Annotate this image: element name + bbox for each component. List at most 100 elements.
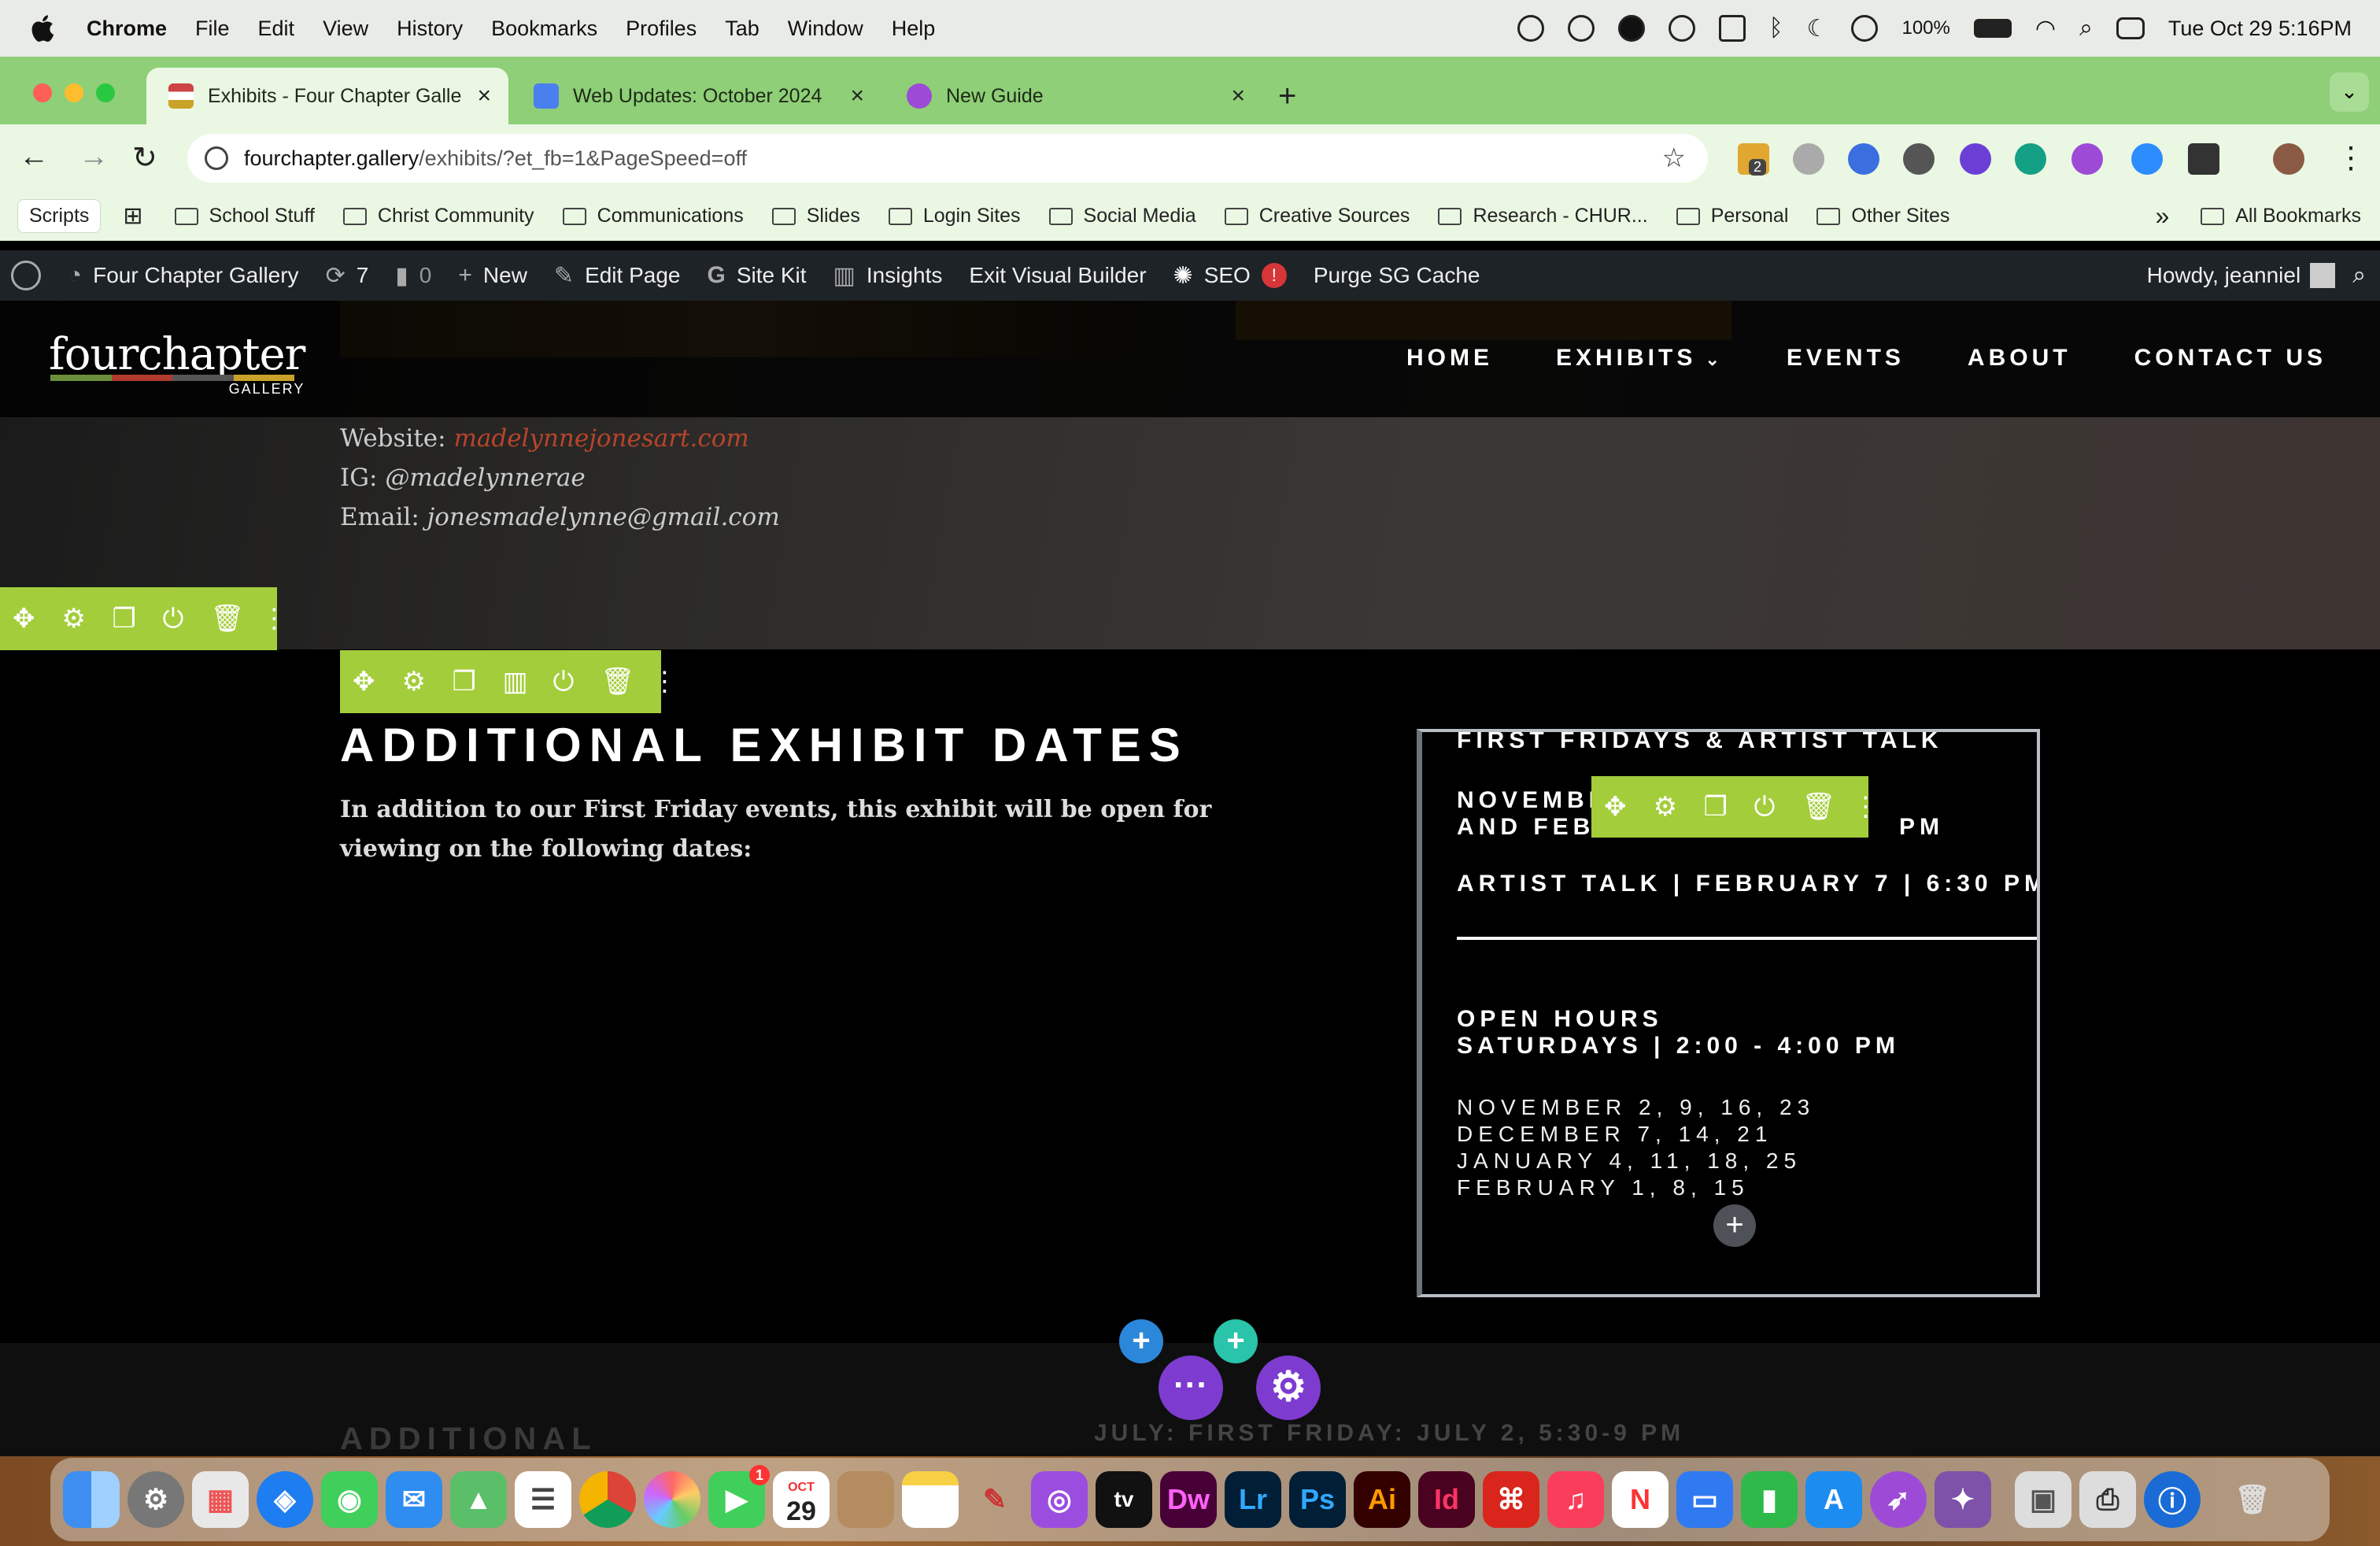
duplicate-icon[interactable]: ❐ — [453, 666, 476, 697]
airdrop-icon[interactable] — [1851, 15, 1879, 42]
contacts-icon[interactable] — [837, 1471, 894, 1528]
settings-gear-icon[interactable]: ⚙ — [1654, 791, 1677, 823]
menu-help[interactable]: Help — [892, 17, 936, 41]
wp-search-icon[interactable]: ⌕ — [2352, 262, 2366, 289]
trash-icon[interactable]: 🗑 — [1802, 791, 1835, 823]
settings-gear-icon[interactable]: ⚙ — [62, 603, 86, 634]
more-options-icon[interactable]: ⋮ — [1852, 791, 1879, 823]
back-arrow-icon[interactable]: ← — [19, 140, 49, 174]
creative-cloud-status-icon[interactable] — [1517, 15, 1544, 42]
trash-icon[interactable]: 🗑 — [210, 603, 244, 634]
tab-web-updates[interactable]: Web Updates: October 2024 × — [512, 68, 881, 124]
move-icon[interactable]: ✥ — [353, 666, 375, 697]
nav-contact-us[interactable]: CONTACT US — [2134, 345, 2326, 372]
builder-menu-button[interactable]: ··· — [1159, 1356, 1223, 1420]
photos-icon[interactable] — [644, 1471, 700, 1528]
new-tab-button[interactable]: + — [1278, 79, 1296, 114]
podcasts-icon[interactable]: ◎ — [1031, 1471, 1088, 1528]
columns-icon[interactable]: ▥ — [503, 666, 528, 697]
add-section-button[interactable]: + — [1119, 1319, 1163, 1363]
wp-updates[interactable]: ⟳ 7 — [326, 262, 369, 290]
focus-moon-icon[interactable]: ☾ — [1807, 15, 1828, 43]
window-zoom-button[interactable] — [96, 83, 115, 102]
address-bar[interactable]: fourchapter.gallery/exhibits/?et_fb=1&Pa… — [187, 134, 1708, 183]
scribe-extension-icon[interactable] — [2071, 143, 2103, 175]
bookmark-folder[interactable]: Communications — [562, 205, 744, 227]
nav-home[interactable]: HOME — [1406, 345, 1493, 372]
control-center-icon[interactable] — [2116, 17, 2145, 39]
wp-exit-visual-builder[interactable]: Exit Visual Builder — [969, 263, 1146, 288]
music-icon[interactable]: ♫ — [1547, 1471, 1604, 1528]
settings-gear-icon[interactable]: ⚙ — [402, 666, 426, 697]
business-app-icon[interactable]: ✦ — [1935, 1471, 1991, 1528]
menu-tab[interactable]: Tab — [725, 17, 759, 41]
menu-edit[interactable]: Edit — [258, 17, 295, 41]
power-icon[interactable]: ⏻ — [553, 667, 575, 697]
add-module-button[interactable]: + — [1713, 1204, 1756, 1247]
bookmark-folder[interactable]: Christ Community — [342, 205, 534, 227]
extension-info-icon[interactable] — [1903, 143, 1935, 175]
more-options-icon[interactable]: ⋮ — [261, 603, 287, 634]
bookmark-folder[interactable]: Creative Sources — [1224, 205, 1410, 227]
illustrator-icon[interactable]: Ai — [1354, 1471, 1410, 1528]
wp-purge-cache[interactable]: Purge SG Cache — [1314, 263, 1480, 288]
extensions-puzzle-icon[interactable] — [2188, 143, 2219, 175]
indesign-icon[interactable]: Id — [1418, 1471, 1475, 1528]
menu-clock[interactable]: Tue Oct 29 5:16PM — [2168, 17, 2352, 41]
wp-seo[interactable]: ✺ SEO! — [1173, 262, 1287, 290]
scribe-app-icon[interactable]: ➶ — [1870, 1471, 1927, 1528]
tab-new-guide[interactable]: New Guide × — [885, 68, 1262, 124]
menu-profiles[interactable]: Profiles — [626, 17, 697, 41]
menu-bookmarks[interactable]: Bookmarks — [491, 17, 597, 41]
reminders-icon[interactable]: ☰ — [515, 1471, 571, 1528]
menu-app-name[interactable]: Chrome — [87, 17, 167, 41]
chrome-menu-icon[interactable]: ⋮ — [2336, 140, 2366, 176]
extension-v-icon[interactable] — [1960, 143, 1991, 175]
power-icon[interactable]: ⏻ — [1754, 792, 1776, 823]
window-close-button[interactable] — [33, 83, 52, 102]
site-info-icon[interactable] — [205, 146, 228, 170]
bookmark-folder[interactable]: Research - CHUR... — [1438, 205, 1648, 227]
apple-menu-icon[interactable] — [28, 13, 60, 44]
numbers-icon[interactable]: ▮ — [1741, 1471, 1798, 1528]
printer-icon[interactable]: ⎙ — [2079, 1471, 2136, 1528]
menu-view[interactable]: View — [323, 17, 368, 41]
bookmark-folder[interactable]: Login Sites — [888, 205, 1021, 227]
wp-insights[interactable]: ▥ Insights — [833, 262, 943, 290]
extension-blue-icon[interactable] — [1848, 143, 1879, 175]
chrome-icon[interactable] — [579, 1471, 636, 1528]
dreamweaver-icon[interactable]: Dw — [1160, 1471, 1217, 1528]
lightroom-icon[interactable]: Lr — [1225, 1471, 1281, 1528]
tab-close-icon[interactable]: × — [850, 83, 864, 109]
move-icon[interactable]: ✥ — [1604, 791, 1627, 823]
wp-edit-page[interactable]: ✎ Edit Page — [554, 262, 681, 290]
grammarly-extension-icon[interactable] — [2015, 143, 2046, 175]
tab-search-dropdown-icon[interactable]: ⌄ — [2330, 72, 2369, 112]
safari-icon[interactable]: ◈ — [257, 1471, 313, 1528]
vpn-status-icon[interactable] — [1567, 15, 1595, 42]
bookmark-star-icon[interactable]: ☆ — [1662, 142, 1686, 174]
camera-extension-icon[interactable] — [1793, 143, 1824, 175]
launchpad-icon[interactable]: ▦ — [192, 1471, 249, 1528]
trash-icon[interactable]: 🗑 — [601, 666, 634, 697]
tab-exhibits[interactable]: Exhibits - Four Chapter Galle × — [146, 68, 508, 124]
nav-about[interactable]: ABOUT — [1968, 345, 2071, 372]
stage-manager-icon[interactable] — [1718, 15, 1746, 42]
keynote-icon[interactable]: ▭ — [1676, 1471, 1733, 1528]
duplicate-icon[interactable]: ❐ — [1704, 791, 1728, 823]
mail-icon[interactable]: ✉ — [386, 1471, 442, 1528]
trash-bin-icon[interactable]: 🗑 — [2224, 1471, 2281, 1528]
apple-tv-icon[interactable]: tv — [1096, 1471, 1152, 1528]
onepassword-icon[interactable]: ⓘ — [2144, 1471, 2201, 1528]
wordpress-logo-icon[interactable] — [11, 261, 41, 290]
all-bookmarks-button[interactable]: All Bookmarks — [2201, 205, 2361, 227]
notes-icon[interactable] — [902, 1471, 959, 1528]
grammarly-status-icon[interactable] — [1617, 15, 1645, 42]
menu-file[interactable]: File — [195, 17, 230, 41]
apps-grid-icon[interactable]: ⊞ — [123, 202, 142, 230]
menu-history[interactable]: History — [397, 17, 463, 41]
bluetooth-icon[interactable]: ᛒ — [1769, 15, 1783, 42]
wp-site-kit[interactable]: G Site Kit — [707, 262, 806, 289]
window-minimize-button[interactable] — [65, 83, 83, 102]
facetime-icon[interactable]: ▶ 1 — [708, 1465, 770, 1528]
